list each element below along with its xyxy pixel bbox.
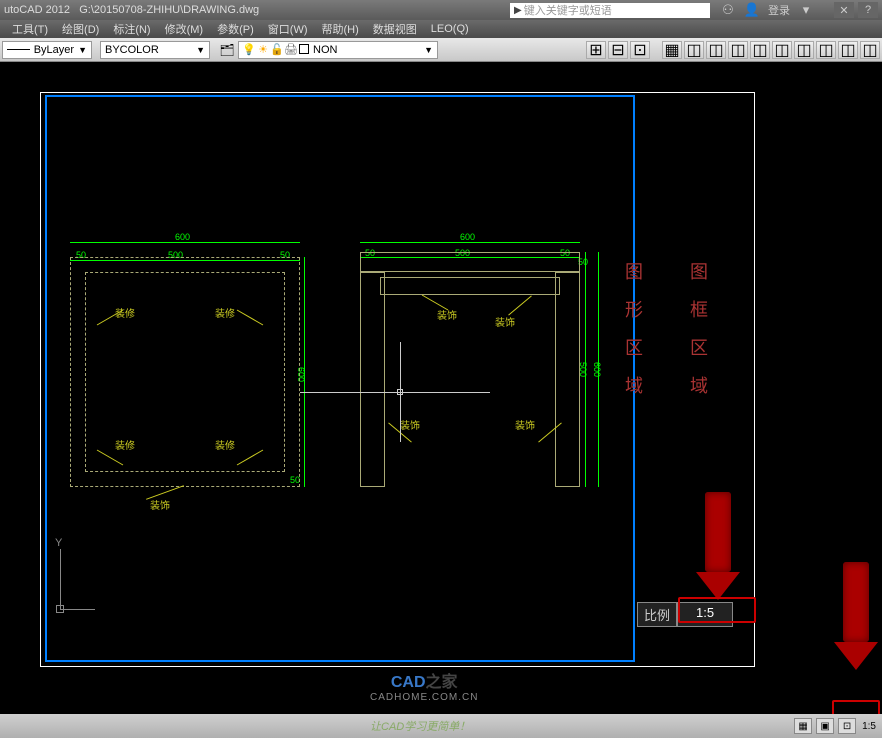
crosshair-horizontal	[300, 392, 490, 393]
chevron-down-icon: ▼	[78, 45, 87, 55]
ucs-icon: Y	[42, 537, 82, 617]
view-cube-8[interactable]: ◫	[838, 41, 858, 59]
toolbar: ByLayer ▼ BYCOLOR ▼ 🗂 💡 ☀ 🔓 🖨 NON ▼ ⊞ ⊟ …	[0, 38, 882, 62]
right-column-left	[360, 272, 385, 487]
status-bar: 让CAD学习更简单！ ▦ ▣ ⊡ 1:5	[0, 714, 882, 738]
annotation-arrow-1	[705, 492, 740, 600]
layer-prop-icon[interactable]: 🗂	[218, 41, 236, 59]
layer-prev-icon[interactable]: ⊡	[630, 41, 650, 59]
menu-bar: 工具(T) 绘图(D) 标注(N) 修改(M) 参数(P) 窗口(W) 帮助(H…	[0, 20, 882, 38]
layer-dropdown[interactable]: 💡 ☀ 🔓 🖨 NON ▼	[238, 41, 438, 59]
crosshair-pickbox	[397, 389, 403, 395]
label-frame-area: 图框区域	[685, 262, 711, 414]
color-dropdown[interactable]: BYCOLOR ▼	[100, 41, 210, 59]
anno: 装饰	[515, 417, 535, 432]
label-drawing-area: 图形区域	[620, 262, 646, 414]
exchange-icon[interactable]: ✕	[834, 2, 854, 18]
view-icon-1[interactable]: ▦	[662, 41, 682, 59]
dim-line	[360, 242, 580, 243]
dim-600: 600	[175, 232, 190, 242]
statusbar-icon-1[interactable]: ▦	[794, 718, 812, 734]
layer-state-icon[interactable]: ⊞	[586, 41, 606, 59]
anno: 装饰	[150, 497, 170, 512]
chevron-down-icon: ▼	[424, 45, 433, 55]
menu-help[interactable]: 帮助(H)	[316, 21, 365, 37]
view-cube-1[interactable]: ◫	[684, 41, 704, 59]
view-cube-6[interactable]: ◫	[794, 41, 814, 59]
statusbar-scale[interactable]: 1:5	[860, 721, 878, 732]
menu-leo[interactable]: LEO(Q)	[425, 23, 475, 35]
statusbar-icon-2[interactable]: ▣	[816, 718, 834, 734]
anno: 装饰	[495, 314, 515, 329]
bulb-icon: 💡	[243, 44, 255, 56]
anno: 装修	[115, 437, 135, 452]
menu-tools[interactable]: 工具(T)	[6, 21, 54, 37]
app-title: utoCAD 2012 G:\20150708-ZHIHU\DRAWING.dw…	[4, 4, 259, 16]
right-beam-inner	[380, 277, 560, 295]
dim-600-v: 600	[592, 362, 602, 377]
view-cube-7[interactable]: ◫	[816, 41, 836, 59]
layer-iso-icon[interactable]: ⊟	[608, 41, 628, 59]
title-bar: utoCAD 2012 G:\20150708-ZHIHU\DRAWING.dw…	[0, 0, 882, 20]
view-cube-3[interactable]: ◫	[728, 41, 748, 59]
scale-label: 比例	[637, 602, 677, 627]
view-cube-4[interactable]: ◫	[750, 41, 770, 59]
anno: 装修	[215, 437, 235, 452]
dropdown-icon[interactable]: ▾	[798, 2, 814, 18]
chevron-down-icon: ▼	[196, 45, 205, 55]
watermark: CAD之家 CADHOME.COM.CN	[370, 668, 478, 703]
menu-param[interactable]: 参数(P)	[211, 21, 260, 37]
right-beam-top	[360, 252, 580, 272]
help-button[interactable]: ?	[858, 2, 878, 18]
infocenter-icon[interactable]: ⚇	[720, 2, 736, 18]
anno: 装修	[215, 305, 235, 320]
slogan-text: 让CAD学习更简单！	[0, 718, 470, 734]
menu-dataview[interactable]: 数据视图	[367, 21, 423, 37]
user-icon[interactable]: 👤	[744, 2, 760, 18]
dim-line	[70, 242, 300, 243]
print-icon: 🖨	[285, 44, 297, 56]
anno: 装饰	[400, 417, 420, 432]
search-input[interactable]: ▶ 键入关键字或短语	[510, 3, 710, 18]
menu-dimension[interactable]: 标注(N)	[107, 21, 156, 37]
color-swatch-icon	[299, 44, 309, 54]
dim-600: 600	[460, 232, 475, 242]
menu-draw[interactable]: 绘图(D)	[56, 21, 105, 37]
view-cube-2[interactable]: ◫	[706, 41, 726, 59]
sun-icon: ☀	[257, 44, 269, 56]
right-column-right	[555, 272, 580, 487]
search-arrow-icon: ▶	[514, 5, 522, 16]
login-link[interactable]: 登录	[768, 2, 790, 18]
menu-modify[interactable]: 修改(M)	[159, 21, 210, 37]
drawing-canvas[interactable]: 600 50 500 50 600 50 500 50 600 50 500 6…	[0, 62, 882, 698]
linetype-dropdown[interactable]: ByLayer ▼	[2, 41, 92, 59]
view-cube-5[interactable]: ◫	[772, 41, 792, 59]
annotation-highlight-1	[678, 597, 756, 623]
menu-window[interactable]: 窗口(W)	[262, 21, 314, 37]
view-cube-9[interactable]: ◫	[860, 41, 880, 59]
search-placeholder: 键入关键字或短语	[524, 2, 612, 18]
statusbar-scale-icon[interactable]: ⊡	[838, 718, 856, 734]
annotation-arrow-2	[843, 562, 878, 670]
lock-icon: 🔓	[271, 44, 283, 56]
